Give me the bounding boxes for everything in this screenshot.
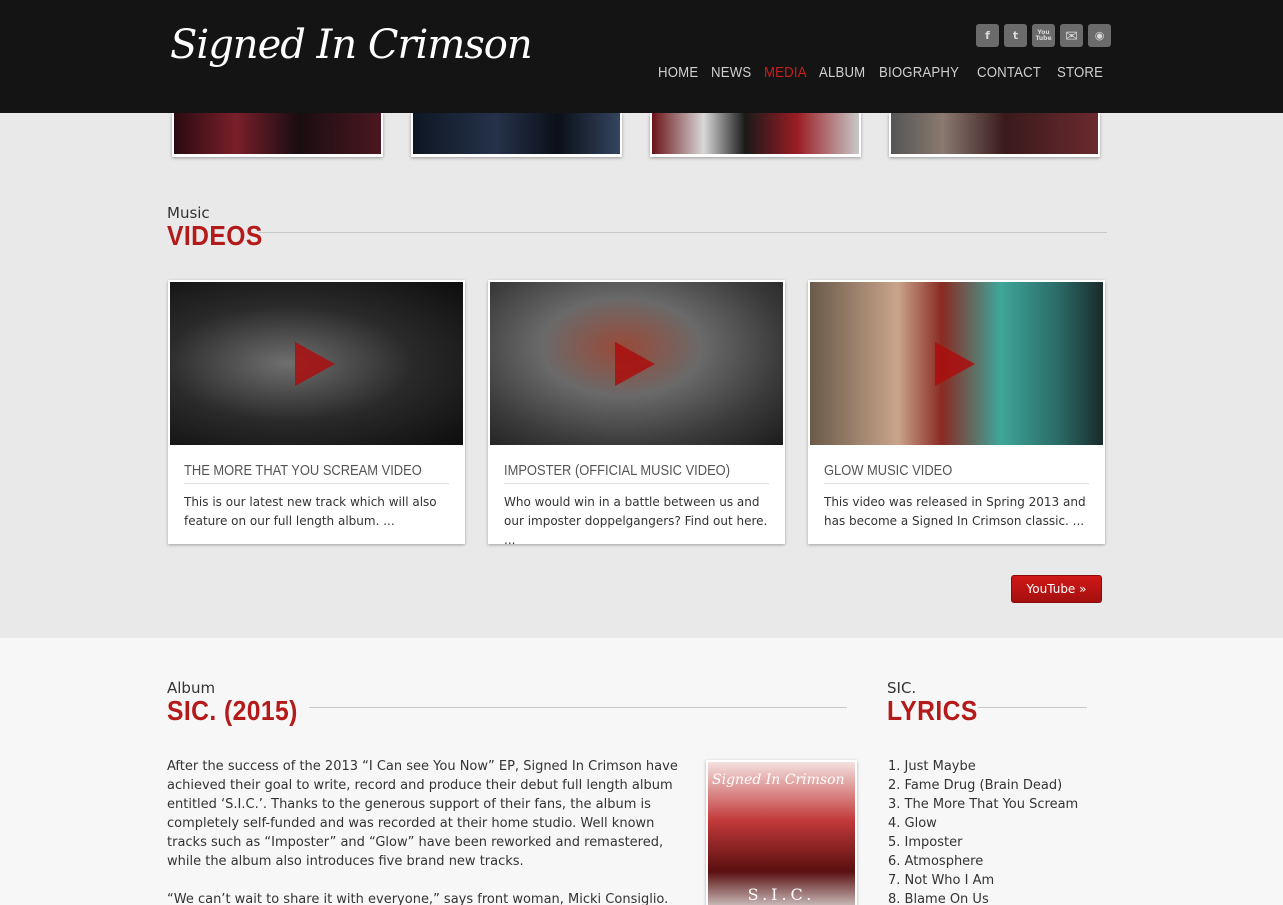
lyrics-heading: SIC. LYRICS: [887, 679, 990, 725]
album-description: After the success of the 2013 “I Can see…: [167, 757, 692, 905]
nav-biography[interactable]: BIOGRAPHY: [879, 64, 959, 81]
video-title[interactable]: IMPOSTER (OFFICIAL MUSIC VIDEO): [504, 462, 769, 484]
video-title[interactable]: GLOW MUSIC VIDEO: [824, 462, 1089, 484]
video-description: This is our latest new track which will …: [184, 495, 437, 528]
album-paragraph: After the success of the 2013 “I Can see…: [167, 759, 678, 869]
gallery-photo[interactable]: [411, 113, 622, 157]
video-thumbnail[interactable]: [810, 282, 1103, 445]
video-title[interactable]: THE MORE THAT YOU SCREAM VIDEO: [184, 462, 449, 484]
facebook-icon[interactable]: f: [976, 24, 999, 47]
site-header: Signed In Crimson f t You Tube ✉ ◉ HOME …: [0, 0, 1283, 113]
track-link[interactable]: 4. Glow: [888, 814, 1078, 833]
track-link[interactable]: 5. Imposter: [888, 833, 1078, 852]
social-links: f t You Tube ✉ ◉: [976, 24, 1111, 47]
track-link[interactable]: 7. Not Who I Am: [888, 871, 1078, 890]
cover-title: S.I.C.: [747, 885, 816, 904]
play-icon[interactable]: [615, 342, 655, 386]
gallery-photo[interactable]: [889, 113, 1100, 157]
nav-contact[interactable]: CONTACT: [977, 64, 1041, 81]
track-link[interactable]: 2. Fame Drug (Brain Dead): [888, 776, 1078, 795]
track-link[interactable]: 6. Atmosphere: [888, 852, 1078, 871]
video-description: Who would win in a battle between us and…: [504, 495, 768, 547]
album-heading: Album SIC. (2015): [167, 679, 316, 725]
album-heading-big: SIC. (2015): [167, 695, 298, 726]
track-link[interactable]: 8. Blame On Us: [888, 890, 1078, 905]
rss-icon[interactable]: ◉: [1088, 24, 1111, 47]
video-thumbnail[interactable]: [170, 282, 463, 445]
youtube-button[interactable]: YouTube »: [1011, 575, 1102, 603]
videos-heading-big: VIDEOS: [167, 220, 263, 251]
band-photo: [891, 113, 1098, 154]
album-cover-art: Signed In Crimson S.I.C.: [708, 762, 855, 905]
album-paragraph: “We can’t wait to share it with everyone…: [167, 892, 669, 905]
track-link[interactable]: 1. Just Maybe: [888, 757, 1078, 776]
video-description: This video was released in Spring 2013 a…: [824, 495, 1086, 528]
gallery-photo[interactable]: [650, 113, 861, 157]
lyrics-track-list: 1. Just Maybe 2. Fame Drug (Brain Dead) …: [888, 757, 1078, 905]
band-photo: [174, 113, 381, 154]
video-thumbnail[interactable]: [490, 282, 783, 445]
video-card: IMPOSTER (OFFICIAL MUSIC VIDEO) Who woul…: [488, 280, 785, 547]
nav-media[interactable]: MEDIA: [764, 64, 807, 81]
twitter-icon[interactable]: t: [1004, 24, 1027, 47]
nav-album[interactable]: ALBUM: [819, 64, 865, 81]
cover-logo: Signed In Crimson: [712, 772, 845, 788]
album-cover[interactable]: Signed In Crimson S.I.C.: [706, 760, 857, 905]
heading-divider: [309, 707, 847, 708]
play-icon[interactable]: [935, 342, 975, 386]
site-logo[interactable]: Signed In Crimson: [170, 22, 533, 68]
videos-heading: Music VIDEOS: [167, 204, 276, 250]
video-cards: THE MORE THAT YOU SCREAM VIDEO This is o…: [168, 280, 1105, 547]
nav-news[interactable]: NEWS: [711, 64, 751, 81]
youtube-icon[interactable]: You Tube: [1032, 24, 1055, 47]
video-card: GLOW MUSIC VIDEO This video was released…: [808, 280, 1105, 544]
video-card: THE MORE THAT YOU SCREAM VIDEO This is o…: [168, 280, 465, 544]
band-photo: [413, 113, 620, 154]
band-photo: [652, 113, 859, 154]
email-icon[interactable]: ✉: [1060, 24, 1083, 47]
nav-home[interactable]: HOME: [658, 64, 698, 81]
nav-store[interactable]: STORE: [1057, 64, 1103, 81]
heading-divider: [259, 232, 1107, 233]
gallery-photo[interactable]: [172, 113, 383, 157]
track-link[interactable]: 3. The More That You Scream: [888, 795, 1078, 814]
heading-divider: [978, 707, 1087, 708]
play-icon[interactable]: [295, 342, 335, 386]
main-nav: HOME NEWS MEDIA ALBUM BIOGRAPHY CONTACT …: [658, 64, 1109, 81]
lyrics-heading-big: LYRICS: [887, 695, 978, 726]
photo-gallery: [172, 113, 1100, 157]
